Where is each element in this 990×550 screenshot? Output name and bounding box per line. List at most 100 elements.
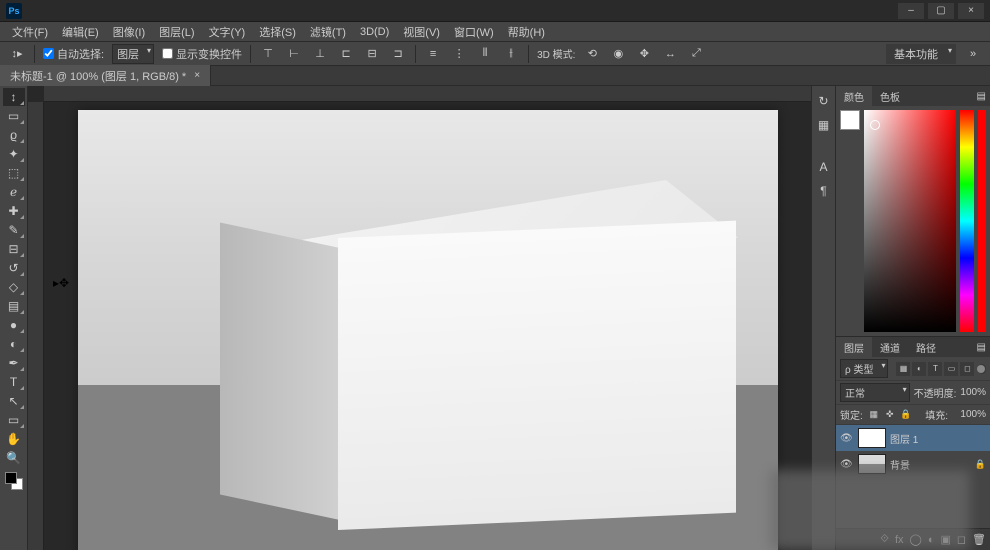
ruler-horizontal[interactable] <box>44 86 811 102</box>
tool-preset-icon[interactable]: ↕▸ <box>8 45 26 63</box>
lock-position-icon[interactable]: ✜ <box>883 408 897 422</box>
wand-tool[interactable]: ✦ <box>3 145 25 163</box>
blur-tool[interactable]: ● <box>3 316 25 334</box>
distribute-icon[interactable]: ⫲ <box>502 45 520 63</box>
move-tool[interactable]: ↕ <box>3 88 25 106</box>
menu-filter[interactable]: 滤镜(T) <box>304 22 352 42</box>
visibility-icon[interactable]: 👁 <box>840 459 854 470</box>
search-icon[interactable]: » <box>964 45 982 63</box>
menu-window[interactable]: 窗口(W) <box>448 22 500 42</box>
auto-select-target[interactable]: 图层 <box>112 44 154 64</box>
zoom-tool[interactable]: 🔍 <box>3 449 25 467</box>
panel-menu-icon[interactable]: ▤ <box>973 91 990 102</box>
fx-icon[interactable]: fx <box>895 534 904 546</box>
character-panel-icon[interactable]: A <box>815 158 833 176</box>
menu-edit[interactable]: 编辑(E) <box>56 22 105 42</box>
filter-type-icon[interactable]: T <box>928 362 942 376</box>
distribute-icon[interactable]: ≡ <box>424 45 442 63</box>
align-left-icon[interactable]: ⊏ <box>337 45 355 63</box>
filter-smart-icon[interactable]: ◻ <box>960 362 974 376</box>
canvas-area[interactable]: ▸✥ <box>28 86 811 550</box>
auto-select-checkbox[interactable]: 自动选择: <box>43 46 104 62</box>
align-vcenter-icon[interactable]: ⊢ <box>285 45 303 63</box>
layer-name[interactable]: 图层 1 <box>890 431 918 446</box>
opacity-value[interactable]: 100% <box>960 387 986 398</box>
layer-item-1[interactable]: 👁 图层 1 <box>836 425 990 451</box>
lock-pixels-icon[interactable]: ▦ <box>867 408 881 422</box>
filter-adjust-icon[interactable]: ◐ <box>912 362 926 376</box>
layer-name[interactable]: 背景 <box>890 457 910 472</box>
auto-select-input[interactable] <box>43 48 54 59</box>
layer-item-bg[interactable]: 👁 背景 🔒 <box>836 451 990 477</box>
tab-layers[interactable]: 图层 <box>836 337 872 358</box>
shape-tool[interactable]: ▭ <box>3 411 25 429</box>
align-right-icon[interactable]: ⊐ <box>389 45 407 63</box>
workspace-switcher[interactable]: 基本功能 <box>886 44 956 64</box>
filter-kind-dropdown[interactable]: ρ 类型 <box>840 359 888 378</box>
foreground-color[interactable] <box>5 472 17 484</box>
crop-tool[interactable]: ⬚ <box>3 164 25 182</box>
menu-image[interactable]: 图像(I) <box>107 22 151 42</box>
filter-pixel-icon[interactable]: ▦ <box>896 362 910 376</box>
show-transform-checkbox[interactable]: 显示变换控件 <box>162 46 242 62</box>
menu-layer[interactable]: 图层(L) <box>153 22 200 42</box>
filter-shape-icon[interactable]: ▭ <box>944 362 958 376</box>
menu-view[interactable]: 视图(V) <box>397 22 446 42</box>
pen-tool[interactable]: ✒ <box>3 354 25 372</box>
group-icon[interactable]: ▣ <box>940 533 950 546</box>
current-color-swatch[interactable] <box>840 110 860 130</box>
show-transform-input[interactable] <box>162 48 173 59</box>
new-layer-icon[interactable]: ◻ <box>957 533 966 546</box>
lock-all-icon[interactable]: 🔒 <box>899 408 913 422</box>
color-swatch[interactable] <box>5 472 23 490</box>
3d-slide-icon[interactable]: ↔ <box>661 45 679 63</box>
minimize-button[interactable]: – <box>898 3 924 19</box>
history-brush-tool[interactable]: ↺ <box>3 259 25 277</box>
close-button[interactable]: × <box>958 3 984 19</box>
tab-paths[interactable]: 路径 <box>908 337 944 358</box>
swatches-panel-icon[interactable]: ▦ <box>815 116 833 134</box>
3d-pan-icon[interactable]: ✥ <box>635 45 653 63</box>
history-panel-icon[interactable]: ↻ <box>815 92 833 110</box>
align-bottom-icon[interactable]: ⊥ <box>311 45 329 63</box>
brush-tool[interactable]: ✎ <box>3 221 25 239</box>
eyedropper-tool[interactable]: ℯ <box>3 183 25 201</box>
3d-orbit-icon[interactable]: ⟲ <box>583 45 601 63</box>
link-layers-icon[interactable]: ⟐ <box>880 533 889 546</box>
color-picker[interactable] <box>864 110 956 332</box>
mask-icon[interactable]: ◯ <box>910 533 922 546</box>
blend-mode-dropdown[interactable]: 正常 <box>840 383 910 402</box>
tab-close-icon[interactable]: × <box>194 70 200 81</box>
lasso-tool[interactable]: ϱ <box>3 126 25 144</box>
heal-tool[interactable]: ✚ <box>3 202 25 220</box>
delete-layer-icon[interactable]: 🗑 <box>972 533 986 546</box>
tab-channels[interactable]: 通道 <box>872 337 908 358</box>
dodge-tool[interactable]: ◐ <box>3 335 25 353</box>
distribute-icon[interactable]: ⫴ <box>476 45 494 63</box>
paragraph-panel-icon[interactable]: ¶ <box>815 182 833 200</box>
tab-swatches[interactable]: 色板 <box>872 86 908 107</box>
stamp-tool[interactable]: ⊟ <box>3 240 25 258</box>
marquee-tool[interactable]: ▭ <box>3 107 25 125</box>
canvas[interactable] <box>78 110 778 550</box>
fill-value[interactable]: 100% <box>960 409 986 420</box>
visibility-icon[interactable]: 👁 <box>840 433 854 444</box>
layer-thumbnail[interactable] <box>858 428 886 448</box>
menu-help[interactable]: 帮助(H) <box>502 22 551 42</box>
menu-type[interactable]: 文字(Y) <box>203 22 252 42</box>
panel-menu-icon[interactable]: ▤ <box>973 342 990 353</box>
adjustment-icon[interactable]: ◐ <box>928 534 935 546</box>
ruler-vertical[interactable] <box>28 102 44 550</box>
menu-3d[interactable]: 3D(D) <box>354 24 395 40</box>
3d-scale-icon[interactable]: ⤢ <box>687 45 705 63</box>
hand-tool[interactable]: ✋ <box>3 430 25 448</box>
align-hcenter-icon[interactable]: ⊟ <box>363 45 381 63</box>
menu-select[interactable]: 选择(S) <box>253 22 302 42</box>
maximize-button[interactable]: ▢ <box>928 3 954 19</box>
document-tab[interactable]: 未标题-1 @ 100% (图层 1, RGB/8) * × <box>0 65 211 87</box>
path-select-tool[interactable]: ↖ <box>3 392 25 410</box>
align-top-icon[interactable]: ⊤ <box>259 45 277 63</box>
3d-roll-icon[interactable]: ◉ <box>609 45 627 63</box>
menu-file[interactable]: 文件(F) <box>6 22 54 42</box>
type-tool[interactable]: T <box>3 373 25 391</box>
